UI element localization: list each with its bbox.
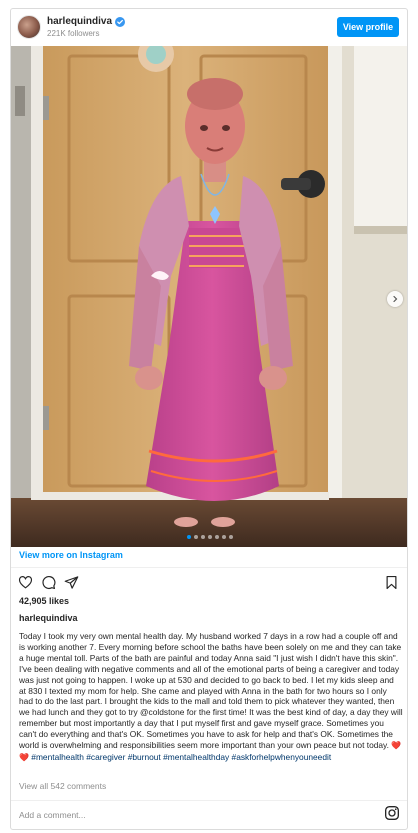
comment-icon[interactable] [41,575,56,590]
heart-icon[interactable] [18,575,33,590]
divider [11,800,407,801]
chevron-right-icon [393,295,398,303]
instagram-icon[interactable] [384,805,400,821]
next-slide-button[interactable] [387,291,403,307]
action-bar [18,575,79,590]
caption-text: Today I took my very own mental health d… [19,631,403,751]
like-count[interactable]: 42,905 likes [19,596,69,606]
post-caption: Today I took my very own mental health d… [19,631,403,764]
hashtag-mentalhealthday[interactable]: #mentalhealthday [163,752,229,762]
carousel-dot[interactable] [229,535,233,539]
hashtag-burnout[interactable]: #burnout [128,752,161,762]
instagram-embed-card: harlequindiva 221K followers View profil… [10,8,408,830]
view-more-link[interactable]: View more on Instagram [19,550,123,560]
photo-illustration [11,46,407,547]
divider [11,567,407,568]
view-profile-button[interactable]: View profile [337,17,399,37]
carousel-indicator [11,535,407,539]
share-icon[interactable] [64,575,79,590]
view-all-comments-link[interactable]: View all 542 comments [19,781,106,791]
hashtag-caregiver[interactable]: #caregiver [86,752,125,762]
caption-username[interactable]: harlequindiva [19,613,78,623]
username[interactable]: harlequindiva [47,16,112,27]
post-photo[interactable] [11,46,407,547]
hashtag-askforhelpwhenyouneedit[interactable]: #askforhelpwhenyouneedit [232,752,332,762]
carousel-dot[interactable] [194,535,198,539]
carousel-dot[interactable] [187,535,191,539]
verified-badge-icon [115,16,126,27]
carousel-dot[interactable] [215,535,219,539]
avatar[interactable] [17,15,41,39]
bookmark-icon[interactable] [384,575,399,590]
carousel-dot[interactable] [208,535,212,539]
hashtag-mentalhealth[interactable]: #mentalhealth [31,752,84,762]
carousel-dot[interactable] [222,535,226,539]
carousel-dot[interactable] [201,535,205,539]
add-comment-input[interactable] [19,806,359,824]
post-header: harlequindiva 221K followers View profil… [11,9,407,45]
username-row[interactable]: harlequindiva [47,16,126,27]
follower-count: 221K followers [47,29,100,38]
